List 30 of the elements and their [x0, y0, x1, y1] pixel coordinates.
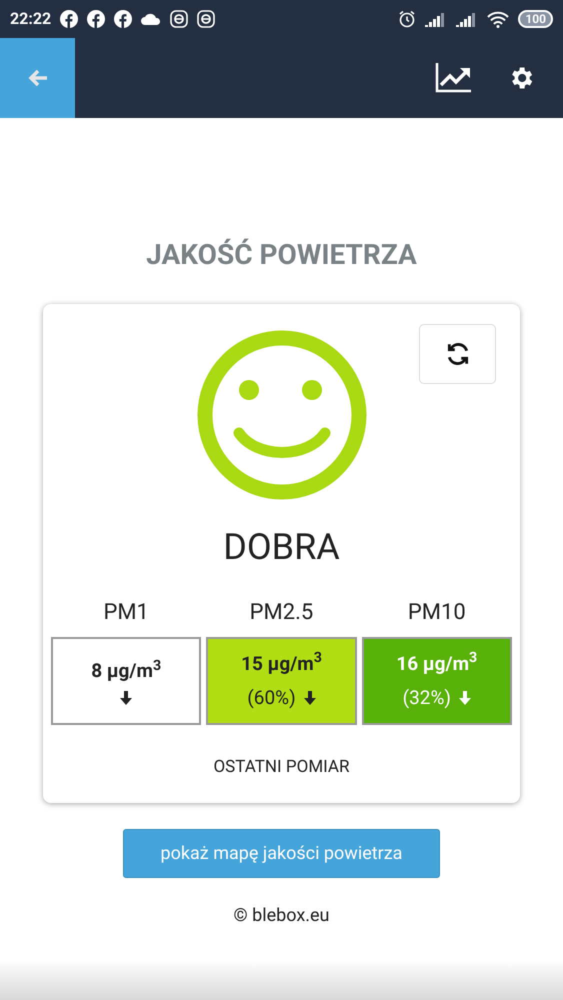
- wifi-icon: [487, 10, 510, 28]
- app-notification-icon: [197, 10, 216, 28]
- page-title: JAKOŚĆ POWIETRZA: [145, 237, 418, 273]
- pm-value: 15 μg/m$^{3}$: [241, 650, 322, 676]
- back-arrow-icon: [28, 69, 48, 87]
- down-arrow-icon: [459, 691, 472, 706]
- pm-label: PM10: [408, 599, 466, 627]
- alarm-icon: [398, 10, 416, 28]
- quality-status: DOBRA: [223, 525, 340, 570]
- down-arrow-icon: [304, 691, 316, 706]
- pm-value: 8 μg/m$^{3}$: [91, 656, 162, 684]
- app-notification-icon: [170, 10, 188, 28]
- map-button[interactable]: pokaż mapę jakości powietrza: [123, 828, 440, 878]
- pm-percent: (60%): [247, 685, 296, 711]
- smiley-face-icon: [196, 330, 366, 500]
- down-arrow-icon: [120, 691, 132, 706]
- pm-label: PM2.5: [250, 599, 314, 627]
- refresh-button[interactable]: [419, 324, 496, 384]
- footer-copyright: © blebox.eu: [234, 904, 330, 928]
- cloud-icon: [141, 13, 162, 25]
- status-time: 22:22: [10, 8, 52, 30]
- facebook-icon: [60, 10, 78, 28]
- last-measurement-label: OSTATNI POMIAR: [213, 756, 350, 779]
- pm-percent: (32%): [402, 685, 452, 711]
- facebook-icon: [87, 10, 106, 28]
- pm-label: PM1: [103, 599, 149, 627]
- facebook-icon: [114, 10, 132, 28]
- battery-indicator: 100: [518, 10, 553, 28]
- pm-value: 16 μg/m$^{3}$: [396, 650, 478, 676]
- chart-icon: [435, 63, 471, 93]
